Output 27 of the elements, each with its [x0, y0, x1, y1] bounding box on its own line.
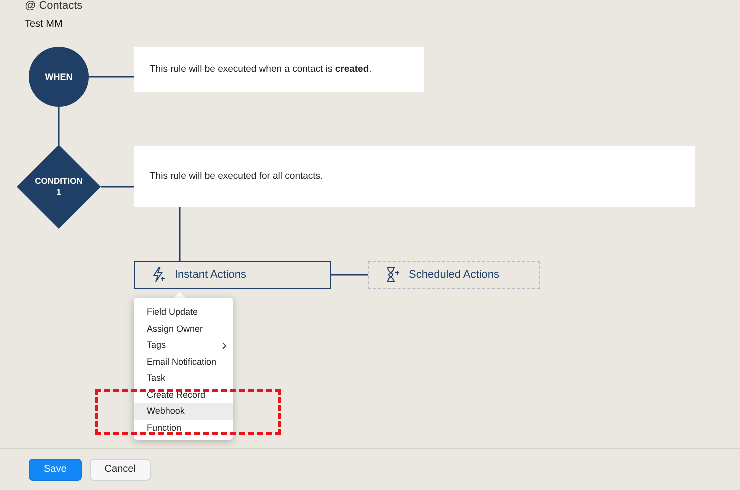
breadcrumb[interactable]: @ Contacts — [25, 0, 715, 12]
menu-item[interactable]: Assign Owner — [134, 320, 233, 337]
connector-line — [179, 207, 181, 261]
cancel-button[interactable]: Cancel — [90, 458, 151, 480]
chevron-right-icon — [222, 342, 227, 350]
menu-item[interactable]: Task — [134, 370, 233, 386]
connector-line — [331, 274, 368, 276]
instant-actions-button[interactable]: Instant Actions — [134, 261, 331, 289]
menu-item[interactable]: Tags — [134, 337, 233, 354]
menu-item[interactable]: Create Record — [134, 386, 233, 403]
condition-number: 1 — [56, 187, 62, 198]
menu-item[interactable]: Function — [134, 420, 233, 436]
rule-name: Test MM — [25, 19, 64, 31]
hourglass-plus-icon — [385, 267, 401, 283]
lightning-plus-icon — [151, 267, 167, 283]
scheduled-actions-button[interactable]: Scheduled Actions — [368, 261, 540, 289]
trigger-description: This rule will be executed when a contact is created. — [134, 47, 424, 92]
condition-description: This rule will be executed for all contacts. — [134, 146, 695, 207]
menu-item[interactable]: Email Notification — [134, 354, 233, 370]
menu-item[interactable]: Field Update — [134, 304, 233, 320]
condition-label: CONDITION — [35, 176, 83, 187]
connector-line — [101, 186, 134, 188]
save-button[interactable]: Save — [29, 458, 82, 480]
connector-line — [58, 107, 60, 145]
connector-line — [89, 76, 134, 78]
menu-item[interactable]: Webhook — [134, 403, 233, 420]
when-node: WHEN — [29, 47, 89, 107]
